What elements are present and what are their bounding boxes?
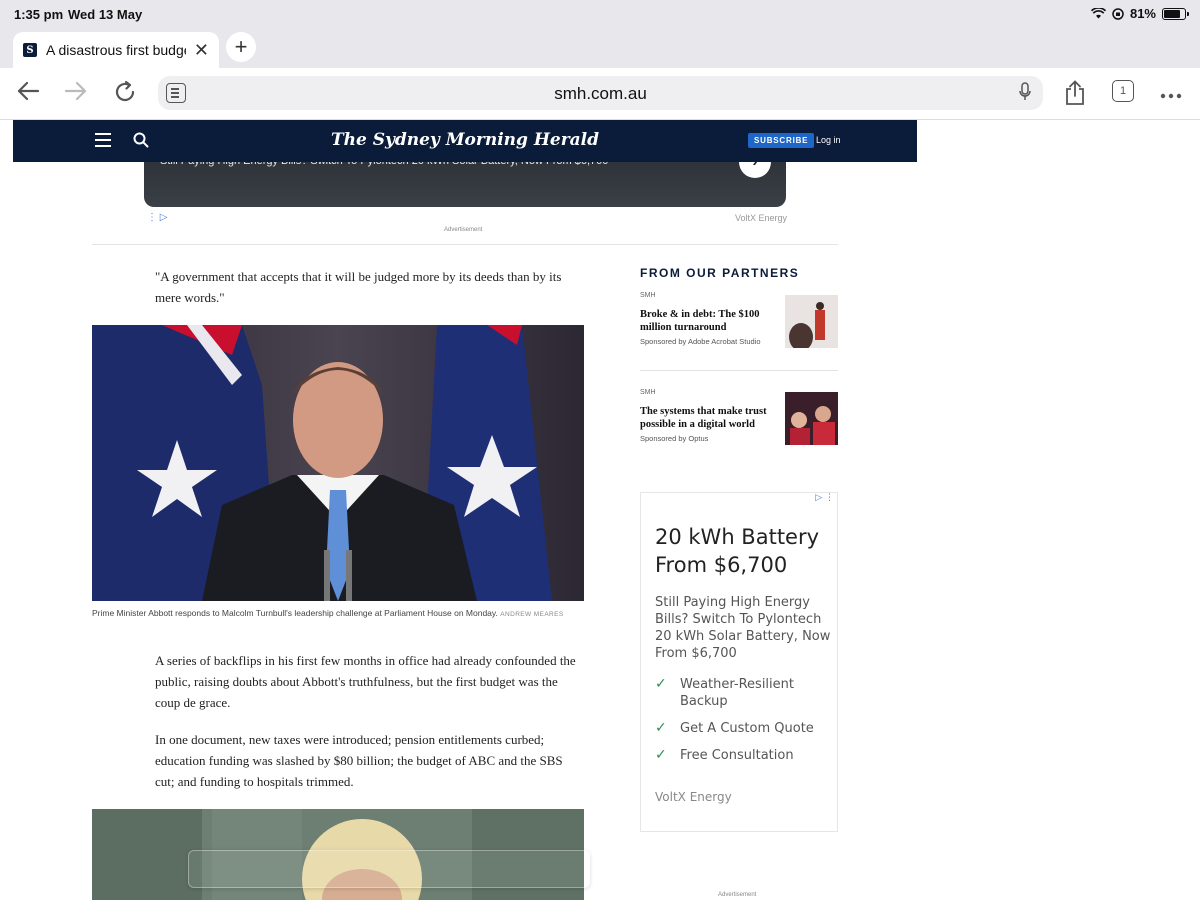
more-button[interactable]	[1160, 86, 1182, 104]
top-ad-sponsor: VoltX Energy	[735, 213, 788, 223]
tab-count: 1	[1112, 80, 1134, 102]
feature-text: Weather-Resilient Backup	[680, 677, 794, 709]
photo-caption: Prime Minister Abbott responds to Malcol…	[92, 607, 584, 621]
tab-strip: S A disastrous first budget ✕ +	[0, 28, 1200, 68]
advertisement-label: Advertisement	[718, 892, 757, 898]
photo-abbott-image	[92, 325, 584, 601]
side-ad-headline[interactable]: 20 kWh Battery From $6,700	[655, 523, 833, 579]
floating-toolbar[interactable]	[188, 850, 590, 888]
partner-thumbnail-image	[785, 295, 838, 348]
forward-arrow-icon	[64, 81, 87, 101]
tabs-overview-button[interactable]: 1	[1112, 80, 1134, 102]
close-tab-icon[interactable]: ✕	[194, 40, 209, 61]
partner-item[interactable]: SMH The systems that make trust possible…	[640, 389, 838, 445]
feature-item: ✓ Get A Custom Quote	[655, 720, 835, 737]
back-arrow-icon	[17, 81, 40, 101]
browser-tab[interactable]: S A disastrous first budget ✕	[13, 32, 219, 68]
article-photo-abbott[interactable]	[92, 325, 584, 601]
subscribe-button[interactable]: SUBSCRIBE	[748, 133, 815, 148]
partner-title[interactable]: Broke & in debt: The $100 million turnar…	[640, 308, 780, 334]
battery-icon	[1162, 7, 1189, 20]
plus-icon: +	[234, 34, 248, 59]
check-icon: ✓	[655, 720, 667, 736]
smh-logo-icon: S	[23, 43, 37, 57]
url-text[interactable]: smh.com.au	[158, 84, 1043, 104]
divider	[92, 244, 838, 245]
reload-button[interactable]	[113, 80, 137, 108]
article-paragraph: In one document, new taxes were introduc…	[155, 732, 563, 789]
check-icon: ✓	[655, 676, 667, 692]
new-tab-button[interactable]: +	[226, 32, 256, 62]
status-date: Wed 13 May	[68, 7, 143, 22]
more-dots-icon	[1160, 93, 1182, 99]
feature-item: ✓ Free Consultation	[655, 747, 835, 764]
smh-header: The Sydney Morning Herald SUBSCRIBE Log …	[13, 120, 917, 162]
microphone-icon[interactable]	[1019, 82, 1031, 102]
side-advertisement[interactable]: ▷ ⋮ 20 kWh Battery From $6,700 Still Pay…	[640, 492, 838, 832]
advertisement-label: Advertisement	[444, 227, 483, 233]
caption-text: Prime Minister Abbott responds to Malcol…	[92, 608, 498, 618]
status-bar: 1:35 pm Wed 13 May 81%	[0, 0, 1200, 28]
side-ad-features: ✓ Weather-Resilient Backup ✓ Get A Custom …	[655, 676, 835, 774]
ad-choices-icon[interactable]: ⋮ ▷	[147, 212, 167, 223]
partners-heading: FROM OUR PARTNERS	[640, 266, 800, 280]
reload-icon	[115, 80, 135, 102]
article-paragraph: A series of backflips in his first few m…	[155, 653, 576, 710]
partner-thumbnail-image	[785, 392, 838, 445]
login-link[interactable]: Log in	[816, 135, 841, 145]
back-button[interactable]	[16, 80, 40, 106]
orientation-lock-icon	[1112, 7, 1124, 20]
forward-button[interactable]	[64, 80, 88, 106]
check-icon: ✓	[655, 747, 667, 763]
partner-thumbnail[interactable]	[785, 392, 838, 445]
partner-item[interactable]: SMH Broke & in debt: The $100 million tu…	[640, 292, 838, 348]
feature-item: ✓ Weather-Resilient Backup	[655, 676, 835, 710]
battery-percent: 81%	[1129, 6, 1156, 21]
partners-divider	[640, 370, 838, 371]
status-time: 1:35 pm	[14, 7, 64, 22]
partner-thumbnail[interactable]	[785, 295, 838, 348]
status-right: 81%	[1090, 6, 1189, 21]
caption-credit: ANDREW MEARES	[500, 611, 564, 618]
ad-choices-icon[interactable]: ▷ ⋮	[815, 493, 834, 503]
article-paragraph: "A government that accepts that it will …	[155, 269, 562, 305]
feature-text: Get A Custom Quote	[680, 721, 814, 736]
battery-fill	[1164, 9, 1181, 18]
feature-text: Free Consultation	[680, 748, 794, 763]
partner-title[interactable]: The systems that make trust possible in …	[640, 405, 780, 431]
share-button[interactable]	[1064, 80, 1086, 111]
side-ad-brand: VoltX Energy	[655, 790, 732, 804]
address-bar[interactable]: smh.com.au	[158, 76, 1043, 110]
share-icon	[1066, 80, 1084, 105]
side-ad-body: Still Paying High Energy Bills? Switch T…	[655, 595, 831, 661]
browser-toolbar: smh.com.au 1	[0, 68, 1200, 120]
wifi-icon	[1090, 8, 1106, 19]
tab-title: A disastrous first budget	[46, 42, 186, 58]
